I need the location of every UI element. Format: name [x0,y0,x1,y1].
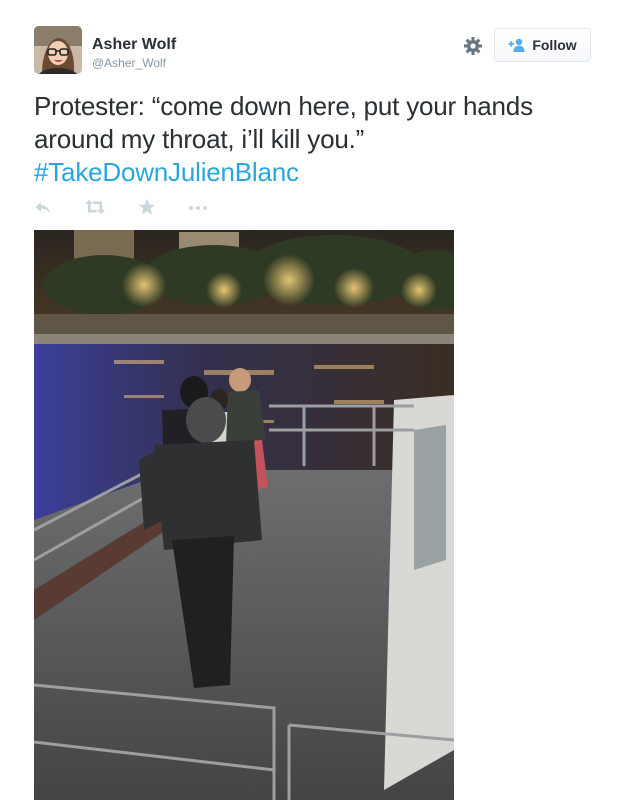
gear-icon[interactable] [462,35,484,57]
add-user-icon [508,38,526,52]
tweet-text: Protester: “come down here, put your han… [34,90,609,189]
follow-button[interactable]: Follow [494,28,591,62]
tweet-actions [34,198,234,218]
tweet-photo[interactable] [34,230,454,800]
reply-icon[interactable] [34,198,52,216]
author-avatar[interactable] [34,26,82,74]
author-screen-name[interactable]: @Asher_Wolf [92,55,176,71]
more-dots-icon[interactable] [188,198,208,216]
tweet-body: Protester: “come down here, put your han… [34,91,533,154]
follow-button-label: Follow [532,37,577,53]
hashtag-link[interactable]: #TakeDownJulienBlanc [34,156,609,189]
retweet-icon[interactable] [84,198,106,216]
author-display-name[interactable]: Asher Wolf [92,36,176,54]
author-names: Asher Wolf @Asher_Wolf [92,36,176,71]
favorite-star-icon[interactable] [138,198,156,216]
tweet-header: Asher Wolf @Asher_Wolf Follow [34,26,599,78]
